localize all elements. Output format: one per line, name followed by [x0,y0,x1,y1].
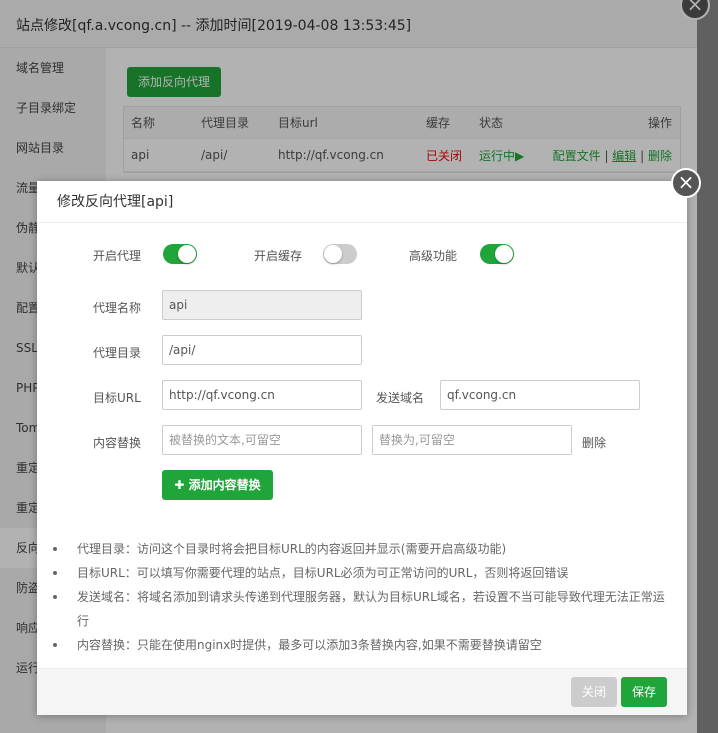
help-tips: 代理目录：访问这个目录时将会把目标URL的内容返回并显示(需要开启高级功能) 目… [53,537,673,657]
dialog-footer: 关闭 保存 [37,668,687,715]
edit-reverse-proxy-dialog: 修改反向代理[api] × 开启代理 开启缓存 高级功能 代理名称 代理目录 目… [37,168,701,715]
tip-item: 代理目录：访问这个目录时将会把目标URL的内容返回并显示(需要开启高级功能) [53,537,673,561]
enable-cache-toggle[interactable] [323,244,357,264]
toggle-knob [178,245,196,263]
enable-proxy-label: 开启代理 [93,249,142,263]
dialog-close-icon[interactable]: × [671,168,701,198]
target-url-label: 目标URL [93,391,141,405]
add-content-replace-label: 添加内容替换 [188,478,261,492]
replace-to-input[interactable] [372,425,572,455]
enable-proxy-toggle[interactable] [163,244,197,264]
content-replace-label: 内容替换 [93,436,142,450]
plus-icon: ✚ [174,478,185,492]
proxy-dir-label: 代理目录 [93,346,142,360]
proxy-dir-input[interactable] [162,335,362,365]
close-button[interactable]: 关闭 [571,677,617,707]
replace-delete-link[interactable]: 删除 [582,434,606,451]
send-domain-label: 发送域名 [376,391,425,405]
save-button[interactable]: 保存 [621,677,667,707]
tip-item: 内容替换：只能在使用nginx时提供，最多可以添加3条替换内容,如果不需要替换请… [53,633,673,657]
advanced-toggle[interactable] [480,244,514,264]
dialog-title: 修改反向代理[api] [37,181,687,223]
advanced-label: 高级功能 [409,249,458,263]
replace-from-input[interactable] [162,425,362,455]
add-content-replace-button[interactable]: ✚ 添加内容替换 [162,470,273,500]
toggle-knob [324,245,342,263]
tip-item: 目标URL：可以填写你需要代理的站点，目标URL必须为可正常访问的URL，否则将… [53,561,673,585]
tip-item: 发送域名：将域名添加到请求头传递到代理服务器，默认为目标URL域名，若设置不当可… [53,585,673,633]
toggle-knob [495,245,513,263]
proxy-name-input [162,290,362,320]
target-url-input[interactable] [162,380,362,410]
send-domain-input[interactable] [440,380,640,410]
proxy-name-label: 代理名称 [93,301,142,315]
enable-cache-label: 开启缓存 [254,249,303,263]
